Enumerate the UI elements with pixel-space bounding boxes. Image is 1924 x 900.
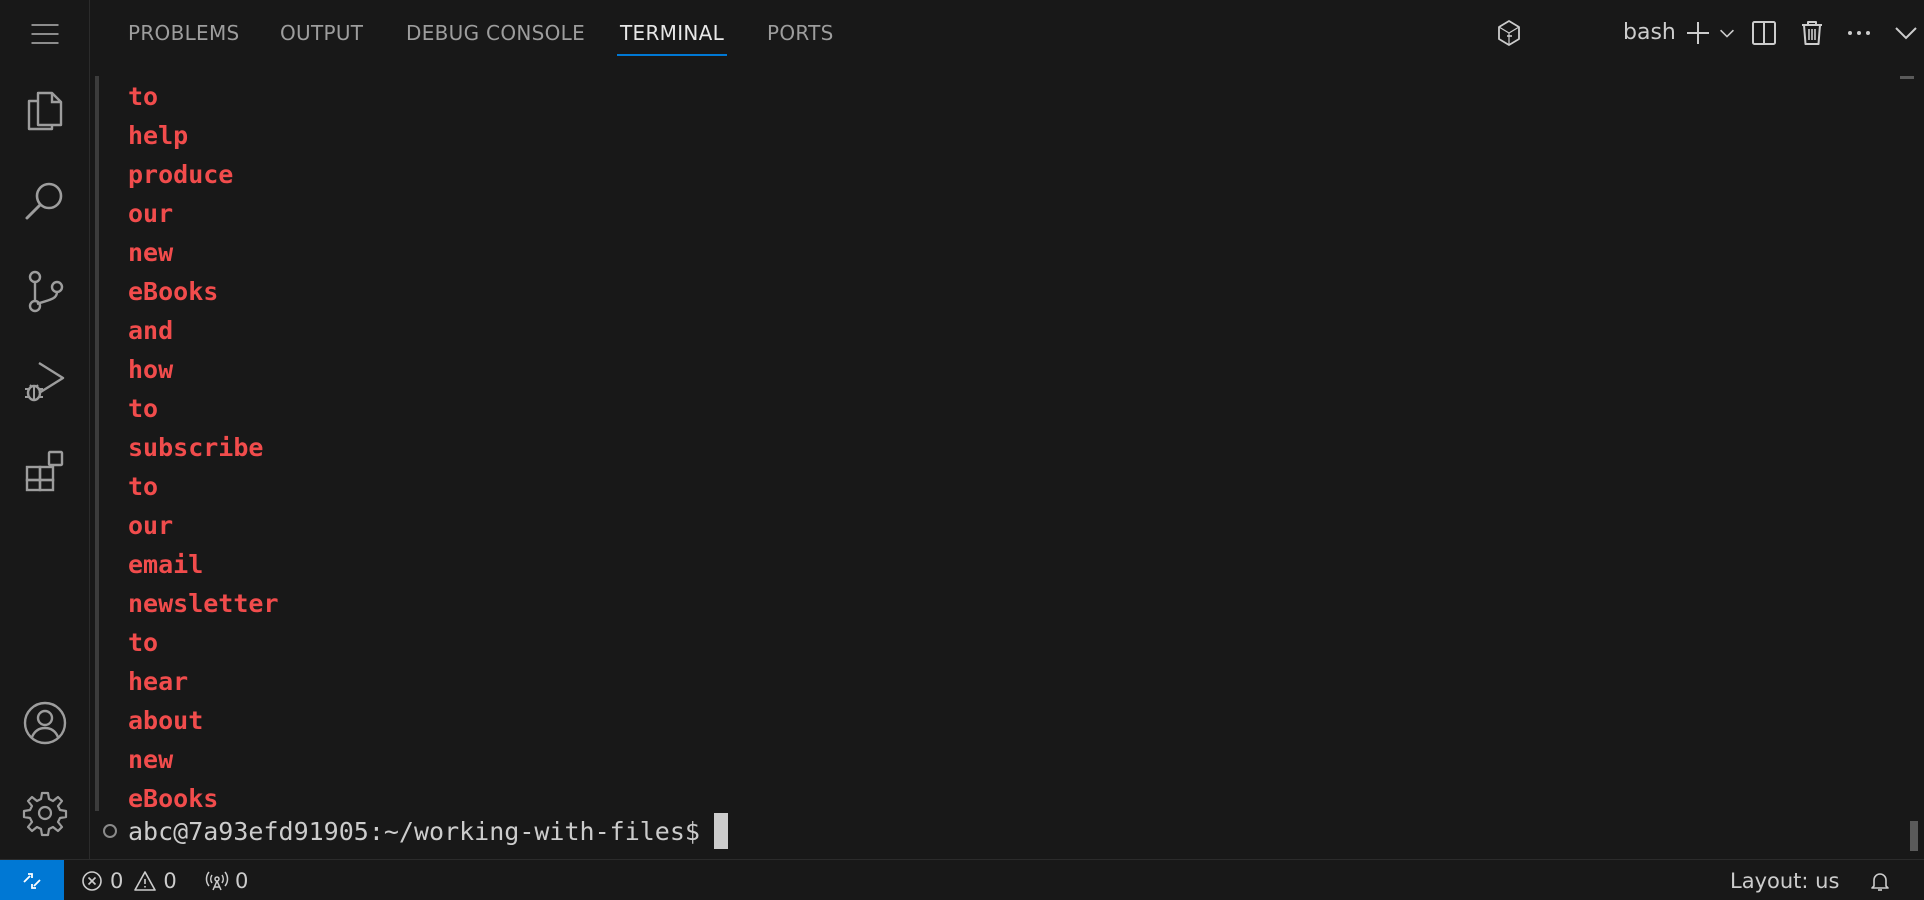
terminal-output-line: new <box>128 745 174 774</box>
explorer-icon <box>27 91 63 131</box>
problems-status[interactable]: 0 0 <box>80 860 177 900</box>
menu-button[interactable] <box>0 0 90 68</box>
terminal-prompt-row[interactable]: abc@7a93efd91905:~/working-with-files$ <box>103 811 728 851</box>
terminal-output-line: to <box>128 82 159 111</box>
run-debug-icon <box>25 361 65 402</box>
scrollbar-marker <box>1900 76 1914 79</box>
extensions-icon <box>25 450 64 492</box>
bell-icon <box>1871 872 1889 891</box>
warning-icon <box>134 870 157 891</box>
remote-icon <box>23 872 41 889</box>
split-icon <box>1752 21 1776 45</box>
menu-icon <box>31 24 59 44</box>
terminal-output-line: our <box>128 199 174 228</box>
terminal-output-line: how <box>128 355 174 384</box>
error-icon <box>82 870 102 891</box>
terminal-output-line: to <box>128 472 159 501</box>
account-button[interactable] <box>0 688 90 758</box>
more-actions-button[interactable] <box>1841 13 1877 53</box>
terminal-output-line: email <box>128 550 204 579</box>
terminal-output-line: to <box>128 628 159 657</box>
keyboard-layout-status[interactable]: Layout: us <box>1730 860 1839 900</box>
tab-output[interactable]: OUTPUT <box>280 0 363 66</box>
vscode-window: PROBLEMS OUTPUT DEBUG CONSOLE TERMINAL P… <box>0 0 1924 900</box>
error-count: 0 <box>110 868 124 893</box>
terminal-command-gutter <box>95 76 99 811</box>
ports-count: 0 <box>235 868 249 893</box>
keyboard-layout-label: Layout: us <box>1730 868 1840 893</box>
terminal-output: to help produce our new eBooks and how t… <box>128 77 279 818</box>
source-control-button[interactable] <box>0 256 90 326</box>
activity-bar <box>0 0 90 859</box>
terminal-output-line: subscribe <box>128 433 264 462</box>
panel-header: PROBLEMS OUTPUT DEBUG CONSOLE TERMINAL P… <box>91 0 1924 66</box>
notifications-button[interactable] <box>1868 860 1892 900</box>
terminal-prompt: abc@7a93efd91905:~/working-with-files$ <box>128 816 700 846</box>
trash-icon <box>1802 21 1822 45</box>
warning-count: 0 <box>163 868 177 893</box>
launch-profile-dropdown[interactable] <box>1716 13 1738 53</box>
ports-status[interactable]: 0 <box>205 860 248 900</box>
account-icon <box>23 701 67 745</box>
terminal-output-line: eBooks <box>128 277 219 306</box>
chevron-down-icon <box>1720 29 1734 38</box>
terminal-output-line: newsletter <box>128 589 279 618</box>
maximize-panel-button[interactable] <box>1888 13 1924 53</box>
remote-indicator-button[interactable] <box>0 860 64 900</box>
terminal-scrollbar[interactable] <box>1910 821 1918 851</box>
extensions-button[interactable] <box>0 436 90 506</box>
tab-debug-console[interactable]: DEBUG CONSOLE <box>406 0 585 66</box>
source-control-icon <box>28 270 64 313</box>
more-icon <box>1848 31 1870 35</box>
settings-gear-icon <box>22 791 68 837</box>
terminal-output-line: to <box>128 394 159 423</box>
split-terminal-button[interactable] <box>1746 13 1782 53</box>
chevron-down-icon <box>1895 27 1917 40</box>
terminal-output-line: and <box>128 316 174 345</box>
terminal-view[interactable]: to help produce our new eBooks and how t… <box>91 66 1924 859</box>
terminal-output-line: our <box>128 511 174 540</box>
new-terminal-button[interactable] <box>1682 13 1714 53</box>
terminal-profile-button[interactable] <box>1493 13 1525 53</box>
terminal-cursor <box>713 813 728 849</box>
tab-problems[interactable]: PROBLEMS <box>128 0 240 66</box>
tab-ports[interactable]: PORTS <box>767 0 834 66</box>
command-decoration-icon[interactable] <box>103 824 117 838</box>
terminal-output-line: about <box>128 706 204 735</box>
terminal-output-line: help <box>128 121 189 150</box>
bash-icon <box>1498 20 1520 46</box>
terminal-output-line: new <box>128 238 174 267</box>
explorer-button[interactable] <box>0 76 90 146</box>
search-button[interactable] <box>0 166 90 236</box>
tab-terminal[interactable]: TERMINAL <box>616 0 728 66</box>
terminal-output-line: hear <box>128 667 189 696</box>
run-debug-button[interactable] <box>0 346 90 416</box>
terminal-output-line: produce <box>128 160 234 189</box>
settings-button[interactable] <box>0 778 90 848</box>
plus-icon <box>1687 22 1709 44</box>
status-bar: 0 0 0 Layout: us <box>0 859 1924 900</box>
terminal-profile-label[interactable]: bash <box>1623 13 1676 53</box>
broadcast-icon <box>205 871 229 890</box>
search-icon <box>25 182 63 220</box>
kill-terminal-button[interactable] <box>1794 13 1830 53</box>
